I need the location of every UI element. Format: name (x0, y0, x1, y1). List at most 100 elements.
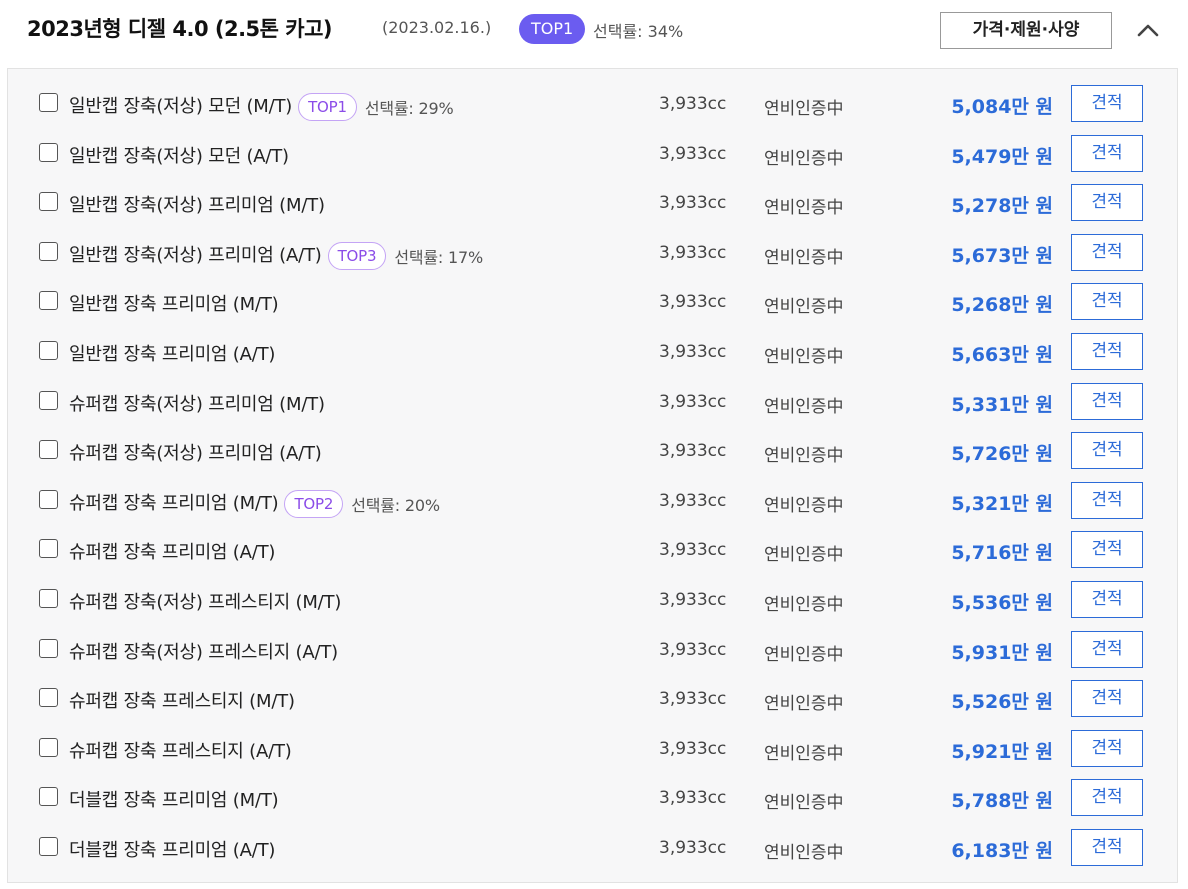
engine-displacement: 3,933cc (659, 391, 727, 412)
trim-name: 슈퍼캡 장축(저상) 프레스티지 (M/T) (69, 588, 341, 614)
model-title: 2023년형 디젤 4.0 (2.5톤 카고) (27, 17, 333, 41)
trim-name-label: 일반캡 장축(저상) 모던 (M/T) (69, 96, 293, 117)
trim-price: 5,321만 원 (951, 492, 1053, 515)
fuel-efficiency-status: 연비인증中 (764, 446, 844, 467)
quote-button[interactable]: 견적 (1071, 829, 1143, 866)
engine-displacement: 3,933cc (659, 342, 727, 362)
model-top-badge: TOP1 (519, 14, 586, 44)
checkbox-icon[interactable] (39, 390, 58, 410)
selection-rate: 선택률: 20% (351, 495, 440, 515)
engine-displacement: 3,933cc (659, 441, 727, 462)
trim-price: 5,278만 원 (951, 195, 1053, 218)
trim-price: 5,331만 원 (951, 393, 1053, 416)
quote-button[interactable]: 견적 (1071, 630, 1143, 668)
trim-price: 5,536만 원 (951, 592, 1053, 614)
trim-name: 슈퍼캡 장축(저상) 프리미엄 (A/T) (69, 439, 322, 465)
checkbox-icon[interactable] (39, 589, 58, 608)
trim-price: 5,084만 원 (951, 96, 1053, 118)
quote-button[interactable]: 견적 (1071, 581, 1143, 618)
quote-button[interactable]: 견적 (1071, 134, 1143, 172)
trim-name-label: 일반캡 장축 프리미엄 (M/T) (69, 294, 279, 316)
chevron-up-icon[interactable] (1133, 15, 1163, 45)
trim-row: 슈퍼캡 장축(저상) 프레스티지 (A/T) 3,933cc 연비인증中 5,931만… (8, 628, 1177, 670)
trim-row: 일반캡 장축 프리미엄 (A/T) 3,933cc 연비인증中 5,663만 원 견적 (8, 330, 1177, 372)
quote-button[interactable]: 견적 (1071, 680, 1143, 718)
fuel-efficiency-status: 연비인증中 (764, 843, 844, 863)
trim-name-label: 슈퍼캡 장축(저상) 프레스티지 (M/T) (69, 592, 342, 613)
rank-badge: TOP3 (327, 241, 387, 270)
trim-name-label: 더블캡 장축 프리미엄 (A/T) (69, 840, 276, 861)
trim-price: 5,673만 원 (951, 244, 1053, 267)
selection-rate: 선택률: 17% (394, 247, 483, 267)
checkbox-icon[interactable] (39, 93, 58, 112)
trim-row: 일반캡 장축(저상) 모던 (A/T) 3,933cc 연비인증中 5,479만 원 견… (8, 132, 1177, 174)
fuel-efficiency-status: 연비인증中 (764, 595, 844, 615)
fuel-efficiency-status: 연비인증中 (764, 198, 844, 219)
rank-group: TOP1 선택률: 29% (298, 93, 454, 121)
trim-price: 5,921만 원 (951, 740, 1053, 763)
fuel-efficiency-status: 연비인증中 (764, 297, 844, 318)
checkbox-icon[interactable] (39, 837, 58, 856)
trim-name-label: 슈퍼캡 장축(저상) 프레스티지 (A/T) (69, 641, 338, 663)
checkbox-icon[interactable] (39, 539, 58, 559)
checkbox-icon[interactable] (39, 440, 58, 460)
trim-name: 일반캡 장축(저상) 프리미엄 (A/T) TOP3 선택률: 17% (69, 241, 483, 270)
trim-row: 슈퍼캡 장축(저상) 프리미엄 (A/T) 3,933cc 연비인증中 5,726만 … (8, 429, 1177, 471)
quote-button[interactable]: 견적 (1071, 333, 1143, 370)
rank-group: TOP3 선택률: 17% (327, 241, 483, 270)
price-spec-options-button[interactable]: 가격·제원·사양 (940, 12, 1112, 49)
quote-button[interactable]: 견적 (1071, 283, 1143, 321)
trim-row: 일반캡 장축(저상) 프리미엄 (M/T) 3,933cc 연비인증中 5,278만 … (8, 181, 1177, 223)
engine-displacement: 3,933cc (659, 490, 727, 511)
quote-button[interactable]: 견적 (1071, 184, 1143, 222)
trim-row: 슈퍼캡 장축 프레스티지 (M/T) 3,933cc 연비인증中 5,526만 원 견적 (8, 677, 1177, 719)
fuel-efficiency-status: 연비인증中 (764, 148, 844, 169)
checkbox-icon[interactable] (39, 787, 58, 807)
trim-name-label: 일반캡 장축 프리미엄 (A/T) (69, 344, 276, 365)
trim-name-label: 일반캡 장축(저상) 프리미엄 (A/T) (69, 244, 322, 266)
trim-row: 더블캡 장축 프리미엄 (M/T) 3,933cc 연비인증中 5,788만 원 견적 (8, 776, 1177, 818)
trim-name: 더블캡 장축 프리미엄 (M/T) (69, 786, 279, 812)
rank-group: TOP2 선택률: 20% (284, 489, 440, 518)
trim-name-label: 더블캡 장축 프리미엄 (M/T) (69, 790, 279, 812)
quote-button[interactable]: 견적 (1071, 779, 1143, 817)
checkbox-icon[interactable] (39, 192, 58, 212)
engine-displacement: 3,933cc (659, 788, 727, 809)
checkbox-icon[interactable] (39, 341, 58, 360)
quote-button[interactable]: 견적 (1071, 481, 1143, 519)
trim-name: 슈퍼캡 장축(저상) 프레스티지 (A/T) (69, 638, 338, 664)
trim-name-label: 일반캡 장축(저상) 프리미엄 (M/T) (69, 195, 325, 217)
model-header: 2023년형 디젤 4.0 (2.5톤 카고) (2023.02.16.) TO… (0, 0, 1188, 62)
checkbox-icon[interactable] (39, 241, 58, 261)
trim-name-label: 슈퍼캡 장축 프레스티지 (M/T) (69, 691, 295, 713)
model-selection-rate: 선택률: 34% (593, 22, 684, 41)
fuel-efficiency-status: 연비인증中 (764, 743, 844, 764)
quote-button[interactable]: 견적 (1071, 729, 1143, 767)
engine-displacement: 3,933cc (659, 242, 727, 263)
rank-badge: TOP2 (284, 489, 344, 518)
trim-name: 슈퍼캡 장축 프리미엄 (M/T) TOP2 선택률: 20% (69, 489, 440, 518)
trim-name-label: 일반캡 장축(저상) 모던 (A/T) (69, 145, 289, 167)
checkbox-icon[interactable] (39, 489, 58, 509)
model-release-date: (2023.02.16.) (382, 18, 492, 37)
selection-rate: 선택률: 29% (364, 99, 454, 118)
trim-price: 5,726만 원 (951, 443, 1053, 466)
checkbox-icon[interactable] (39, 737, 58, 757)
checkbox-icon[interactable] (39, 291, 58, 311)
quote-button[interactable]: 견적 (1071, 531, 1143, 569)
quote-button[interactable]: 견적 (1071, 85, 1143, 122)
quote-button[interactable]: 견적 (1071, 233, 1143, 271)
trim-price: 5,526만 원 (951, 691, 1053, 714)
quote-button[interactable]: 견적 (1071, 382, 1143, 420)
checkbox-icon[interactable] (39, 638, 58, 658)
quote-button[interactable]: 견적 (1071, 432, 1143, 470)
trim-name: 일반캡 장축(저상) 프리미엄 (M/T) (69, 191, 325, 217)
engine-displacement: 3,933cc (659, 639, 727, 660)
trim-list: 일반캡 장축(저상) 모던 (M/T) TOP1 선택률: 29% 3,933cc 연비… (7, 68, 1178, 883)
trim-name: 슈퍼캡 장축 프레스티지 (A/T) (69, 737, 292, 763)
checkbox-icon[interactable] (39, 142, 58, 162)
trim-price: 5,663만 원 (951, 344, 1053, 366)
checkbox-icon[interactable] (39, 688, 58, 708)
trim-name-label: 슈퍼캡 장축(저상) 프리미엄 (A/T) (69, 443, 322, 465)
rank-badge: TOP1 (298, 93, 357, 121)
